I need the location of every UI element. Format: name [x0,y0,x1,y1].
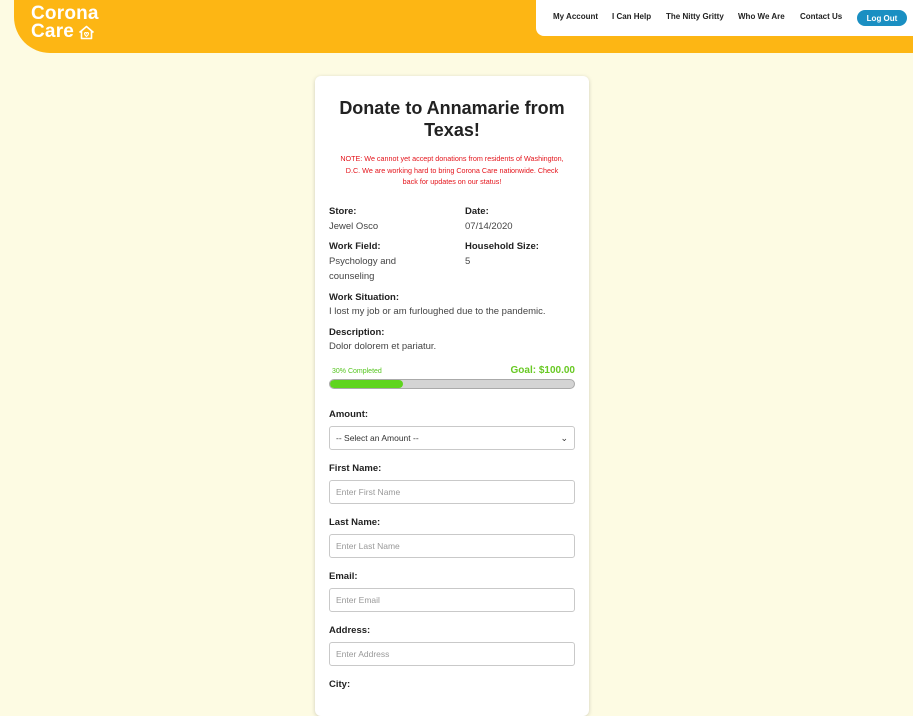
email-input[interactable] [329,588,575,612]
household-value: 5 [465,256,471,267]
last-name-label: Last Name: [329,517,381,528]
progress-bar-fill [330,380,404,388]
city-label: City: [329,679,351,690]
first-name-input[interactable] [329,480,575,504]
date-value: 07/14/2020 [465,221,513,232]
dc-note: NOTE: We cannot yet accept donations fro… [340,154,564,186]
progress-bar [329,379,575,389]
nav-contact-us[interactable]: Contact Us [800,12,842,21]
date-label: Date: [465,206,489,217]
amount-selected-value: -- Select an Amount -- [336,433,419,443]
description-label: Description: [329,327,385,338]
logo-line2: Care [31,21,75,42]
progress-text: 30% Completed [332,368,382,375]
email-label: Email: [329,571,358,582]
amount-label: Amount: [329,409,369,420]
nav-my-account[interactable]: My Account [553,12,598,21]
first-name-label: First Name: [329,463,382,474]
amount-select[interactable]: -- Select an Amount -- ⌄ [329,426,575,450]
store-label: Store: [329,206,357,217]
nav-who-we-are[interactable]: Who We Are [738,12,785,21]
goal-text: Goal: $100.00 [510,365,575,376]
work-field-value: Psychology and counseling [329,256,397,282]
work-field-label: Work Field: [329,241,381,252]
donation-card: Donate to Annamarie from Texas! NOTE: We… [315,76,589,716]
situation-label: Work Situation: [329,292,400,303]
nav-i-can-help[interactable]: I Can Help [612,12,651,21]
household-label: Household Size: [465,241,539,252]
address-input[interactable] [329,642,575,666]
situation-value: I lost my job or am furloughed due to th… [329,306,546,317]
nav-nitty-gritty[interactable]: The Nitty Gritty [666,12,724,21]
store-value: Jewel Osco [329,221,379,232]
logout-button[interactable]: Log Out [857,10,907,26]
page-title: Donate to Annamarie from Texas! [339,98,565,140]
chevron-down-icon: ⌄ [560,432,568,443]
house-heart-icon [79,25,95,39]
logo[interactable]: Corona Care [31,4,99,42]
description-value: Dolor dolorem et pariatur. [329,341,437,352]
address-label: Address: [329,625,371,636]
last-name-input[interactable] [329,534,575,558]
top-nav: My Account I Can Help The Nitty Gritty W… [536,0,913,36]
